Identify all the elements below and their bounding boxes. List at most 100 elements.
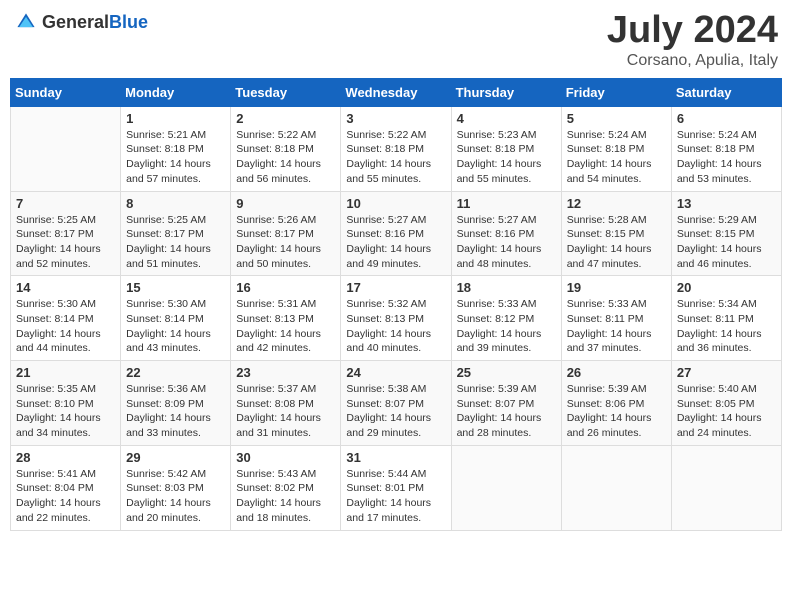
day-number: 24 bbox=[346, 365, 445, 380]
title-block: July 2024 Corsano, Apulia, Italy bbox=[607, 10, 778, 70]
day-info: Sunrise: 5:22 AMSunset: 8:18 PMDaylight:… bbox=[346, 128, 445, 187]
day-number: 23 bbox=[236, 365, 335, 380]
calendar-cell: 31 Sunrise: 5:44 AMSunset: 8:01 PMDayligh… bbox=[341, 445, 451, 530]
weekday-header-saturday: Saturday bbox=[671, 78, 781, 106]
calendar-cell: 12 Sunrise: 5:28 AMSunset: 8:15 PMDayligh… bbox=[561, 191, 671, 276]
day-number: 3 bbox=[346, 111, 445, 126]
day-info: Sunrise: 5:30 AMSunset: 8:14 PMDaylight:… bbox=[16, 297, 115, 356]
weekday-header-tuesday: Tuesday bbox=[231, 78, 341, 106]
calendar-week-row: 21 Sunrise: 5:35 AMSunset: 8:10 PMDayligh… bbox=[11, 361, 782, 446]
logo-icon bbox=[14, 10, 38, 34]
day-info: Sunrise: 5:29 AMSunset: 8:15 PMDaylight:… bbox=[677, 213, 776, 272]
day-number: 31 bbox=[346, 450, 445, 465]
calendar-week-row: 7 Sunrise: 5:25 AMSunset: 8:17 PMDaylight… bbox=[11, 191, 782, 276]
calendar-table: SundayMondayTuesdayWednesdayThursdayFrid… bbox=[10, 78, 782, 531]
day-number: 20 bbox=[677, 280, 776, 295]
calendar-cell: 5Sunrise: 5:24 AMSunset: 8:18 PMDaylight… bbox=[561, 106, 671, 191]
calendar-cell: 25Sunrise: 5:39 AMSunset: 8:07 PMDayligh… bbox=[451, 361, 561, 446]
day-info: Sunrise: 5:44 AMSunset: 8:01 PMDaylight:… bbox=[346, 467, 445, 526]
weekday-header-monday: Monday bbox=[121, 78, 231, 106]
day-number: 21 bbox=[16, 365, 115, 380]
day-number: 7 bbox=[16, 196, 115, 211]
calendar-week-row: 1 Sunrise: 5:21 AMSunset: 8:18 PMDaylight… bbox=[11, 106, 782, 191]
calendar-week-row: 28 Sunrise: 5:41 AMSunset: 8:04 PMDayligh… bbox=[11, 445, 782, 530]
weekday-header-thursday: Thursday bbox=[451, 78, 561, 106]
logo-general: GeneralBlue bbox=[42, 12, 148, 33]
day-number: 4 bbox=[457, 111, 556, 126]
calendar-cell: 11 Sunrise: 5:27 AMSunset: 8:16 PMDayligh… bbox=[451, 191, 561, 276]
calendar-cell: 3 Sunrise: 5:22 AMSunset: 8:18 PMDaylight… bbox=[341, 106, 451, 191]
day-number: 19 bbox=[567, 280, 666, 295]
page-header: GeneralBlue July 2024 Corsano, Apulia, I… bbox=[10, 10, 782, 70]
day-info: Sunrise: 5:34 AMSunset: 8:11 PMDaylight:… bbox=[677, 297, 776, 356]
day-number: 18 bbox=[457, 280, 556, 295]
calendar-cell: 19 Sunrise: 5:33 AMSunset: 8:11 PMDayligh… bbox=[561, 276, 671, 361]
day-number: 15 bbox=[126, 280, 225, 295]
day-number: 28 bbox=[16, 450, 115, 465]
weekday-header-sunday: Sunday bbox=[11, 78, 121, 106]
day-info: Sunrise: 5:27 AMSunset: 8:16 PMDaylight:… bbox=[346, 213, 445, 272]
weekday-header-friday: Friday bbox=[561, 78, 671, 106]
location-title: Corsano, Apulia, Italy bbox=[607, 52, 778, 70]
calendar-week-row: 14 Sunrise: 5:30 AMSunset: 8:14 PMDayligh… bbox=[11, 276, 782, 361]
day-number: 26 bbox=[567, 365, 666, 380]
day-number: 6 bbox=[677, 111, 776, 126]
calendar-cell: 30 Sunrise: 5:43 AMSunset: 8:02 PMDayligh… bbox=[231, 445, 341, 530]
day-info: Sunrise: 5:22 AMSunset: 8:18 PMDaylight:… bbox=[236, 128, 335, 187]
calendar-cell: 2Sunrise: 5:22 AMSunset: 8:18 PMDaylight… bbox=[231, 106, 341, 191]
calendar-cell: 28 Sunrise: 5:41 AMSunset: 8:04 PMDayligh… bbox=[11, 445, 121, 530]
day-info: Sunrise: 5:35 AMSunset: 8:10 PMDaylight:… bbox=[16, 382, 115, 441]
day-info: Sunrise: 5:38 AMSunset: 8:07 PMDaylight:… bbox=[346, 382, 445, 441]
day-info: Sunrise: 5:25 AMSunset: 8:17 PMDaylight:… bbox=[126, 213, 225, 272]
calendar-cell: 23 Sunrise: 5:37 AMSunset: 8:08 PMDayligh… bbox=[231, 361, 341, 446]
day-number: 22 bbox=[126, 365, 225, 380]
day-info: Sunrise: 5:27 AMSunset: 8:16 PMDaylight:… bbox=[457, 213, 556, 272]
day-info: Sunrise: 5:40 AMSunset: 8:05 PMDaylight:… bbox=[677, 382, 776, 441]
day-info: Sunrise: 5:39 AMSunset: 8:06 PMDaylight:… bbox=[567, 382, 666, 441]
day-number: 11 bbox=[457, 196, 556, 211]
day-number: 8 bbox=[126, 196, 225, 211]
day-info: Sunrise: 5:33 AMSunset: 8:12 PMDaylight:… bbox=[457, 297, 556, 356]
calendar-cell: 20 Sunrise: 5:34 AMSunset: 8:11 PMDayligh… bbox=[671, 276, 781, 361]
day-number: 27 bbox=[677, 365, 776, 380]
day-number: 14 bbox=[16, 280, 115, 295]
day-info: Sunrise: 5:39 AMSunset: 8:07 PMDaylight:… bbox=[457, 382, 556, 441]
day-number: 16 bbox=[236, 280, 335, 295]
weekday-header-row: SundayMondayTuesdayWednesdayThursdayFrid… bbox=[11, 78, 782, 106]
calendar-cell: 29 Sunrise: 5:42 AMSunset: 8:03 PMDayligh… bbox=[121, 445, 231, 530]
day-info: Sunrise: 5:31 AMSunset: 8:13 PMDaylight:… bbox=[236, 297, 335, 356]
calendar-cell: 26 Sunrise: 5:39 AMSunset: 8:06 PMDayligh… bbox=[561, 361, 671, 446]
day-info: Sunrise: 5:33 AMSunset: 8:11 PMDaylight:… bbox=[567, 297, 666, 356]
calendar-cell: 1 Sunrise: 5:21 AMSunset: 8:18 PMDaylight… bbox=[121, 106, 231, 191]
day-info: Sunrise: 5:43 AMSunset: 8:02 PMDaylight:… bbox=[236, 467, 335, 526]
calendar-cell bbox=[561, 445, 671, 530]
day-info: Sunrise: 5:23 AMSunset: 8:18 PMDaylight:… bbox=[457, 128, 556, 187]
calendar-cell: 15 Sunrise: 5:30 AMSunset: 8:14 PMDayligh… bbox=[121, 276, 231, 361]
day-info: Sunrise: 5:37 AMSunset: 8:08 PMDaylight:… bbox=[236, 382, 335, 441]
calendar-cell: 10Sunrise: 5:27 AMSunset: 8:16 PMDayligh… bbox=[341, 191, 451, 276]
day-info: Sunrise: 5:42 AMSunset: 8:03 PMDaylight:… bbox=[126, 467, 225, 526]
calendar-cell bbox=[11, 106, 121, 191]
calendar-cell: 16 Sunrise: 5:31 AMSunset: 8:13 PMDayligh… bbox=[231, 276, 341, 361]
day-info: Sunrise: 5:21 AMSunset: 8:18 PMDaylight:… bbox=[126, 128, 225, 187]
day-info: Sunrise: 5:28 AMSunset: 8:15 PMDaylight:… bbox=[567, 213, 666, 272]
day-number: 1 bbox=[126, 111, 225, 126]
day-number: 5 bbox=[567, 111, 666, 126]
calendar-cell: 17Sunrise: 5:32 AMSunset: 8:13 PMDayligh… bbox=[341, 276, 451, 361]
calendar-cell: 8 Sunrise: 5:25 AMSunset: 8:17 PMDaylight… bbox=[121, 191, 231, 276]
month-title: July 2024 bbox=[607, 10, 778, 52]
day-info: Sunrise: 5:30 AMSunset: 8:14 PMDaylight:… bbox=[126, 297, 225, 356]
day-info: Sunrise: 5:41 AMSunset: 8:04 PMDaylight:… bbox=[16, 467, 115, 526]
day-number: 30 bbox=[236, 450, 335, 465]
day-number: 17 bbox=[346, 280, 445, 295]
calendar-cell: 22 Sunrise: 5:36 AMSunset: 8:09 PMDayligh… bbox=[121, 361, 231, 446]
day-info: Sunrise: 5:36 AMSunset: 8:09 PMDaylight:… bbox=[126, 382, 225, 441]
calendar-cell: 24 Sunrise: 5:38 AMSunset: 8:07 PMDayligh… bbox=[341, 361, 451, 446]
day-number: 12 bbox=[567, 196, 666, 211]
calendar-cell: 6Sunrise: 5:24 AMSunset: 8:18 PMDaylight… bbox=[671, 106, 781, 191]
calendar-cell bbox=[671, 445, 781, 530]
calendar-cell bbox=[451, 445, 561, 530]
calendar-cell: 27 Sunrise: 5:40 AMSunset: 8:05 PMDayligh… bbox=[671, 361, 781, 446]
day-number: 29 bbox=[126, 450, 225, 465]
calendar-cell: 4 Sunrise: 5:23 AMSunset: 8:18 PMDaylight… bbox=[451, 106, 561, 191]
